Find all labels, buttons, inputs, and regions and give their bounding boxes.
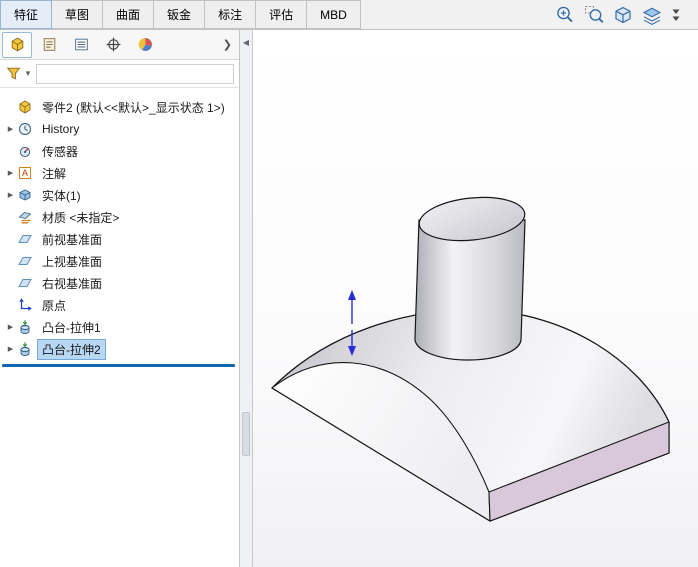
tree-item-label: 原点: [42, 298, 67, 313]
zoom-to-area-icon[interactable]: [583, 4, 605, 26]
ribbon-tab-strip: 特征 草图 曲面 钣金 标注 评估 MBD: [0, 0, 361, 29]
toolbar-overflow-icon[interactable]: [670, 4, 682, 26]
expand-arrow[interactable]: ▶: [4, 125, 17, 133]
tree-item-label: 上视基准面: [42, 254, 103, 269]
plane-icon: [17, 275, 34, 291]
panel-tab-strip: ❯: [0, 30, 239, 60]
filter-funnel-icon[interactable]: [5, 65, 22, 82]
propertymanager-tab[interactable]: [34, 32, 64, 58]
part-icon: [17, 99, 34, 115]
rollback-bar[interactable]: [2, 364, 235, 367]
solids-icon: [17, 187, 34, 203]
tree-item-label: 零件2 (默认<<默认>_显示状态 1>): [42, 100, 225, 115]
tree-item-sensors[interactable]: 传感器: [0, 140, 239, 162]
history-icon: [17, 121, 34, 137]
zoom-to-fit-icon[interactable]: [554, 4, 576, 26]
heads-up-toolbar: [554, 4, 682, 26]
panel-tabs-overflow-icon[interactable]: ❯: [218, 38, 237, 51]
sensor-icon: [17, 143, 34, 159]
tree-item-origin[interactable]: 原点: [0, 294, 239, 316]
expand-arrow[interactable]: ▶: [4, 191, 17, 199]
cylinder-boss-extrude2[interactable]: [414, 193, 527, 361]
origin-triad: [348, 290, 356, 356]
tree-item-front-plane[interactable]: 前视基准面: [0, 228, 239, 250]
tree-item-root[interactable]: 零件2 (默认<<默认>_显示状态 1>): [0, 96, 239, 118]
tree-item-label: 注解: [42, 166, 67, 181]
extrude-icon: [17, 341, 34, 357]
tree-item-right-plane[interactable]: 右视基准面: [0, 272, 239, 294]
tree-item-boss-extrude2[interactable]: ▶ 凸台-拉伸2: [0, 338, 239, 360]
splitter-thumb[interactable]: [242, 412, 250, 456]
origin-icon: [17, 297, 34, 313]
plane-icon: [17, 231, 34, 247]
ribbon-tab-4[interactable]: 钣金: [154, 0, 206, 29]
graphics-viewport[interactable]: [253, 30, 698, 567]
dimxpertmanager-tab[interactable]: [98, 32, 128, 58]
tree-item-label: 凸台-拉伸2: [37, 338, 106, 360]
panel-collapse-icon[interactable]: ◀: [241, 36, 251, 50]
tree-item-label: 传感器: [42, 144, 79, 159]
ribbon-tab-7[interactable]: MBD: [307, 0, 361, 29]
tree-item-label: 实体(1): [42, 188, 81, 203]
model-3d[interactable]: [253, 30, 698, 567]
feature-tree: 零件2 (默认<<默认>_显示状态 1>) ▶ History 传感器 ▶ A 注解 ▶ 实体(…: [0, 88, 239, 360]
tree-item-material[interactable]: 材质 <未指定>: [0, 206, 239, 228]
tree-item-history[interactable]: ▶ History: [0, 118, 239, 140]
expand-arrow[interactable]: ▶: [4, 169, 17, 177]
plane-icon: [17, 253, 34, 269]
tree-item-boss-extrude1[interactable]: ▶ 凸台-拉伸1: [0, 316, 239, 338]
tree-item-annotations[interactable]: ▶ A 注解: [0, 162, 239, 184]
expand-arrow[interactable]: ▶: [4, 323, 17, 331]
featuremanager-tab[interactable]: [2, 31, 32, 58]
tree-item-solid-bodies[interactable]: ▶ 实体(1): [0, 184, 239, 206]
annotation-icon: A: [17, 165, 34, 181]
ribbon-tab-2[interactable]: 草图: [52, 0, 104, 29]
panel-splitter[interactable]: ◀: [240, 30, 253, 567]
tree-item-label: 凸台-拉伸1: [42, 320, 101, 335]
configurationmanager-tab[interactable]: [66, 32, 96, 58]
svg-text:A: A: [22, 168, 28, 178]
featuremanager-panel: ❯ ▼ 零件2 (默认<<默认>_显示状态 1>) ▶ History 传感器 ▶ A 注解…: [0, 30, 240, 567]
command-manager-ribbon: 特征 草图 曲面 钣金 标注 评估 MBD: [0, 0, 698, 30]
tree-item-label: 材质 <未指定>: [42, 210, 120, 225]
displaymanager-tab[interactable]: [130, 32, 160, 58]
section-view-icon[interactable]: [612, 4, 634, 26]
tree-item-label: 右视基准面: [42, 276, 103, 291]
ribbon-tab-3[interactable]: 曲面: [103, 0, 155, 29]
filter-caret-icon[interactable]: ▼: [24, 69, 32, 78]
tree-item-label: History: [42, 122, 80, 136]
material-icon: [17, 209, 34, 225]
view-settings-icon[interactable]: [641, 4, 663, 26]
ribbon-tab-6[interactable]: 评估: [256, 0, 308, 29]
tree-filter-row: ▼: [0, 60, 239, 88]
tree-item-top-plane[interactable]: 上视基准面: [0, 250, 239, 272]
ribbon-tab-5[interactable]: 标注: [205, 0, 257, 29]
tree-item-label: 前视基准面: [42, 232, 103, 247]
ribbon-tab-1[interactable]: 特征: [0, 0, 53, 29]
expand-arrow[interactable]: ▶: [4, 345, 17, 353]
extrude-icon: [17, 319, 34, 335]
tree-filter-input[interactable]: [35, 63, 234, 84]
